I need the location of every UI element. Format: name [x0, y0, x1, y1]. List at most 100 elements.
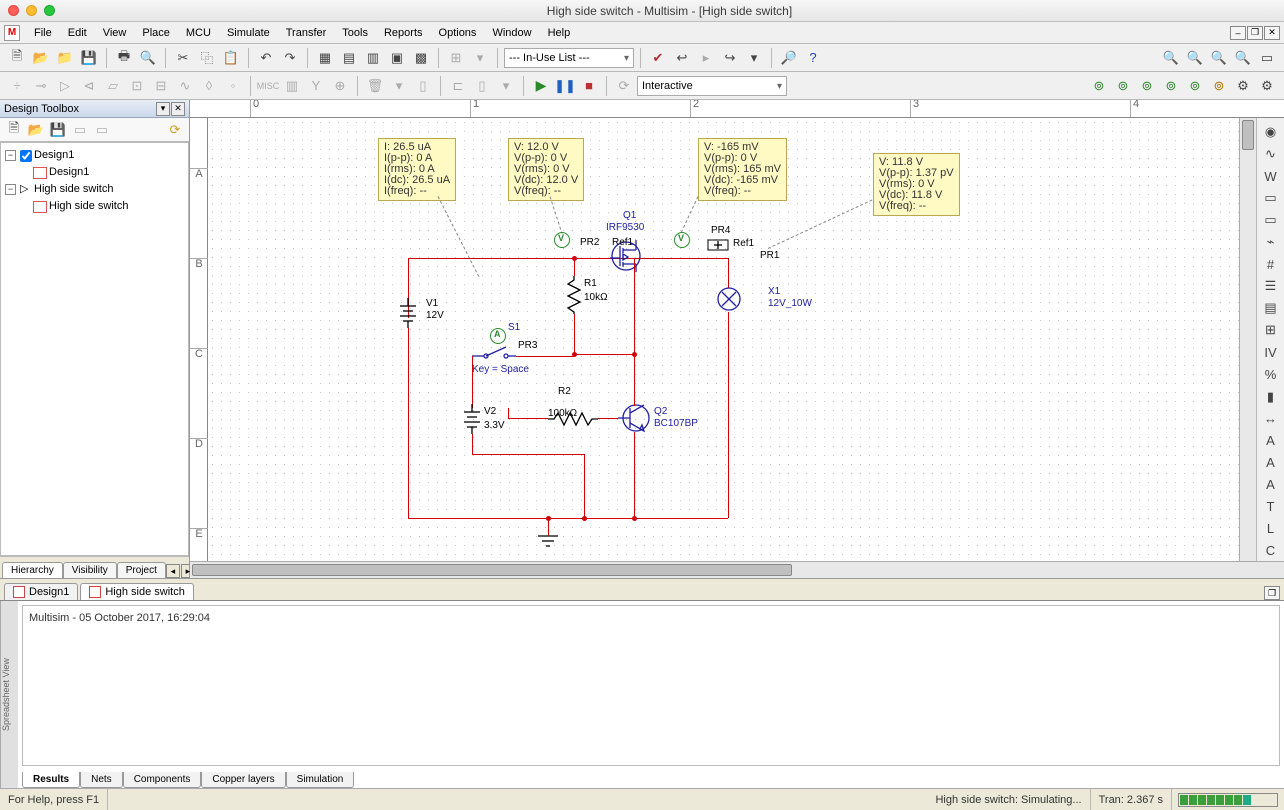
wire-s1-to-r2[interactable]	[508, 408, 509, 418]
toolbox-close-button[interactable]: ✕	[171, 102, 185, 116]
toggle-panel-5-button[interactable]: ▩	[410, 47, 432, 69]
wire-ground-rail[interactable]	[408, 518, 728, 519]
instr-freq-counter[interactable]: #	[1260, 254, 1282, 274]
tab-restore-button[interactable]: ❐	[1264, 586, 1280, 600]
menu-tools[interactable]: Tools	[334, 24, 376, 42]
forward-annotate-button[interactable]: ▸	[695, 47, 717, 69]
out-tab-nets[interactable]: Nets	[80, 772, 123, 788]
probe-digital-button[interactable]: ⊚	[1208, 75, 1230, 97]
hierarchy-down-button[interactable]: ▯	[471, 75, 493, 97]
find-button[interactable]: 🔎	[778, 47, 800, 69]
instr-scope[interactable]: ▭	[1260, 188, 1282, 208]
wire-r2-left[interactable]	[508, 418, 548, 419]
instr-distortion[interactable]: %	[1260, 365, 1282, 385]
tab-design1[interactable]: Design1	[4, 583, 78, 600]
toolbox-tab-visibility[interactable]: Visibility	[63, 562, 117, 578]
help-button[interactable]: ?	[802, 47, 824, 69]
place-bus-button[interactable]: Y	[305, 75, 327, 97]
paste-button[interactable]: 📋	[220, 47, 242, 69]
menu-transfer[interactable]: Transfer	[278, 24, 335, 42]
pause-button[interactable]: ❚❚	[554, 75, 576, 97]
instr-labview[interactable]: L	[1260, 519, 1282, 539]
instr-network[interactable]: ↔	[1260, 409, 1282, 429]
transfer-ultiboard-button[interactable]: ↪	[719, 47, 741, 69]
instr-4ch-scope[interactable]: ▭	[1260, 210, 1282, 230]
probe-pr3-icon[interactable]	[490, 328, 506, 344]
check-erc-button[interactable]: ✔	[647, 47, 669, 69]
menu-reports[interactable]: Reports	[376, 24, 431, 42]
tree-leaf-highside[interactable]: High side switch	[5, 198, 184, 215]
out-tab-simulation[interactable]: Simulation	[286, 772, 355, 788]
close-window-button[interactable]	[8, 5, 19, 16]
tab-high-side-switch[interactable]: High side switch	[80, 583, 193, 600]
place-ni-button[interactable]: ◊	[198, 75, 220, 97]
place-misc-button[interactable]: ∿	[174, 75, 196, 97]
back-annotate-button[interactable]: ↩	[671, 47, 693, 69]
menu-place[interactable]: Place	[134, 24, 178, 42]
probe-settings-button[interactable]: ⚙	[1232, 75, 1254, 97]
place-text-button[interactable]: MISC	[257, 75, 279, 97]
basket-button[interactable]: 🗑	[364, 75, 386, 97]
menu-help[interactable]: Help	[540, 24, 579, 42]
toolbox-delete-button[interactable]: ▭	[92, 120, 112, 140]
basket-down-icon[interactable]: ▾	[388, 75, 410, 97]
maximize-window-button[interactable]	[44, 5, 55, 16]
wire-gate-v[interactable]	[634, 258, 635, 354]
instr-current-clamp[interactable]: C	[1260, 541, 1282, 561]
place-transistor-button[interactable]: ⊲	[78, 75, 100, 97]
probe-manager-button[interactable]: ⚙	[1256, 75, 1278, 97]
menu-edit[interactable]: Edit	[60, 24, 95, 42]
tree-root-highside[interactable]: −▷High side switch	[5, 181, 184, 198]
instr-logic-conv[interactable]: ⊞	[1260, 320, 1282, 340]
place-ttl-button[interactable]: ⊡	[126, 75, 148, 97]
instr-iv[interactable]: IV	[1260, 342, 1282, 362]
fullscreen-button[interactable]: ▭	[1256, 47, 1278, 69]
zoom-area-button[interactable]: 🔍	[1208, 47, 1230, 69]
wire-v1-bottom[interactable]	[408, 328, 409, 518]
open-project-button[interactable]: 📁	[54, 47, 76, 69]
wire-r1-bottom[interactable]	[574, 314, 575, 354]
menu-simulate[interactable]: Simulate	[219, 24, 278, 42]
redo-button[interactable]: ↷	[279, 47, 301, 69]
zoom-in-button[interactable]: 🔍	[1160, 47, 1182, 69]
copy-button[interactable]: ⿻	[196, 47, 218, 69]
menu-window[interactable]: Window	[484, 24, 539, 42]
wire-s1-down[interactable]	[472, 356, 473, 408]
toolbox-tab-project[interactable]: Project	[117, 562, 166, 578]
probe-power-button[interactable]: ⊚	[1136, 75, 1158, 97]
probe-current-button[interactable]: ⊚	[1112, 75, 1134, 97]
dropdown-arrow-icon[interactable]: ▾	[469, 47, 491, 69]
component-picker-button[interactable]: ⊞	[445, 47, 467, 69]
menu-mcu[interactable]: MCU	[178, 24, 219, 42]
open-file-button[interactable]: 📂	[30, 47, 52, 69]
place-source-button[interactable]: ÷	[6, 75, 28, 97]
component-x1[interactable]	[716, 286, 742, 312]
scrollbar-horizontal[interactable]	[190, 561, 1284, 578]
instr-tek-scope[interactable]: T	[1260, 497, 1282, 517]
place-connector-button[interactable]: ◦	[222, 75, 244, 97]
probe-pr4-icon[interactable]	[674, 232, 690, 248]
schematic-canvas[interactable]: I: 26.5 uAI(p-p): 0 AI(rms): 0 AI(dc): 2…	[208, 118, 1239, 561]
component-ground[interactable]	[536, 534, 560, 550]
component-v2[interactable]	[462, 404, 482, 434]
toggle-panel-3-button[interactable]: ▥	[362, 47, 384, 69]
wire-v2-ground-drop[interactable]	[584, 454, 585, 518]
undo-button[interactable]: ↶	[255, 47, 277, 69]
place-basic-button[interactable]: ⊸	[30, 75, 52, 97]
tree-root-design1[interactable]: −Design1	[5, 147, 184, 164]
run-button[interactable]: ▶	[530, 75, 552, 97]
place-cmos-button[interactable]: ⊟	[150, 75, 172, 97]
out-tab-components[interactable]: Components	[123, 772, 202, 788]
menu-file[interactable]: File	[26, 24, 60, 42]
component-pr4-ref[interactable]	[706, 238, 730, 252]
new-file-button[interactable]: 🗎	[6, 47, 28, 69]
mdi-minimize-button[interactable]: –	[1230, 26, 1246, 40]
wire-x1-top[interactable]	[728, 258, 729, 288]
transfer-dropdown-icon[interactable]: ▾	[743, 47, 765, 69]
menu-options[interactable]: Options	[431, 24, 485, 42]
minimize-window-button[interactable]	[26, 5, 37, 16]
toggle-panel-2-button[interactable]: ▤	[338, 47, 360, 69]
hierarchy-dd-icon[interactable]: ▾	[495, 75, 517, 97]
tree-check-design1[interactable]	[20, 150, 32, 162]
scrollbar-vertical[interactable]	[1239, 118, 1256, 561]
